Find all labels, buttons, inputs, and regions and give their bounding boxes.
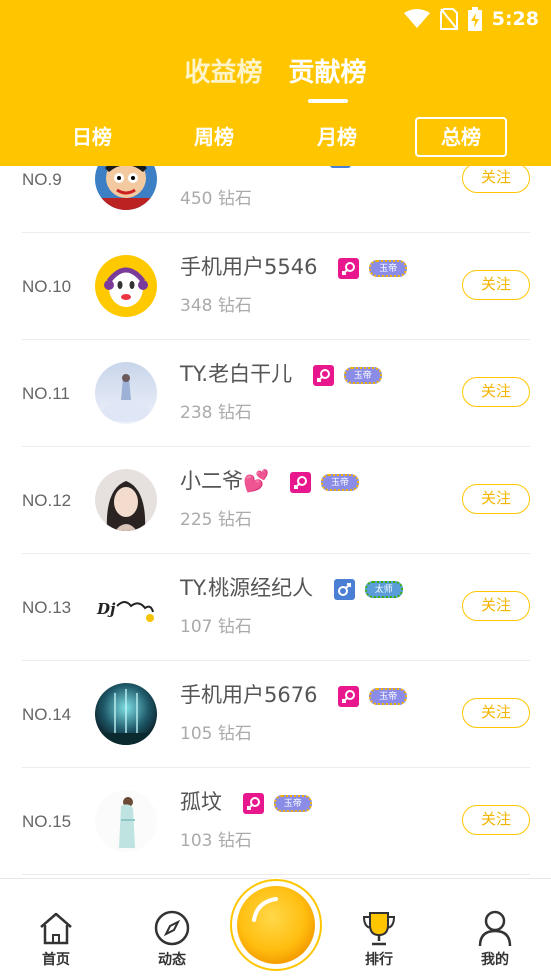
ranking-list[interactable]: NO.9 450 钻石 关注 NO.10 手机用户5546 玉帝 348 钻石 … [0,126,551,878]
female-gender-icon [242,792,264,814]
follow-button[interactable]: 关注 [462,484,530,514]
avatar[interactable] [95,683,157,745]
header: 5:28 收益榜 贡献榜 日榜 周榜 月榜 总榜 [0,0,551,166]
user-name[interactable]: 手机用户5546 玉帝 [180,251,408,281]
ranking-row[interactable]: NO.10 手机用户5546 玉帝 348 钻石 关注 [22,233,530,340]
female-gender-icon [338,685,360,707]
user-name[interactable]: TY.桃源经纪人 太师 [180,572,403,602]
user-name[interactable]: 小二爷💕 玉帝 [180,465,359,495]
tab-daily[interactable]: 日榜 [52,117,132,157]
tab-monthly[interactable]: 月榜 [297,117,377,157]
user-name[interactable]: 手机用户5676 玉帝 [180,679,408,709]
nav-ranking[interactable]: 排行 [339,909,419,969]
avatar[interactable]: Dj [95,576,157,638]
tab-contribution-ranking[interactable]: 贡献榜 [289,52,367,103]
tab-income-ranking[interactable]: 收益榜 [184,52,262,103]
live-camera-icon [230,879,322,971]
ranking-row[interactable]: NO.11 TY.老白干儿 玉帝 238 钻石 关注 [22,340,530,447]
home-icon [40,912,72,945]
rank-number: NO.14 [22,705,72,724]
rank-number: NO.10 [22,277,72,296]
user-name[interactable]: 孤坟 玉帝 [180,786,312,816]
level-badge: 玉帝 [273,794,312,812]
rank-number: NO.11 [22,384,70,403]
female-gender-icon [289,471,311,493]
diamond-count: 103 钻石 [180,831,252,851]
nav-home[interactable]: 首页 [16,909,96,969]
diamond-count: 105 钻石 [180,724,252,744]
level-badge: 玉帝 [320,473,359,491]
ranking-row[interactable]: NO.15 孤坟 玉帝 103 钻石 关注 [22,768,530,875]
follow-button[interactable]: 关注 [462,591,530,621]
follow-button[interactable]: 关注 [462,377,530,407]
male-gender-icon [333,578,355,600]
diamond-count: 225 钻石 [180,510,252,530]
nav-feed-label: 动态 [158,952,186,968]
avatar[interactable] [95,790,157,852]
diamond-count: 450 钻石 [180,189,252,209]
svg-text:Dj: Dj [96,600,116,618]
trophy-icon [362,912,396,946]
ranking-row[interactable]: NO.12 小二爷💕 玉帝 225 钻石 关注 [22,447,530,554]
follow-button[interactable]: 关注 [462,270,530,300]
status-bar: 5:28 [0,0,551,40]
follow-button[interactable]: 关注 [462,805,530,835]
rank-number: NO.13 [22,598,72,617]
nav-ranking-label: 排行 [365,952,393,968]
diamond-count: 107 钻石 [180,617,252,637]
level-badge: 玉帝 [369,687,408,705]
ranking-type-tabs: 收益榜 贡献榜 [0,52,551,103]
level-badge: 玉帝 [343,366,382,384]
rank-number: NO.12 [22,491,72,510]
period-tabs: 日榜 周榜 月榜 总榜 [0,117,551,157]
follow-button[interactable]: 关注 [462,163,530,193]
battery-charging-icon [467,7,482,31]
tab-overall[interactable]: 总榜 [415,117,507,157]
female-gender-icon [312,364,334,386]
level-badge: 玉帝 [369,259,408,277]
wifi-icon [403,9,430,28]
avatar[interactable] [95,255,157,317]
user-name[interactable]: TY.老白干儿 玉帝 [180,358,382,388]
user-icon [478,910,512,947]
diamond-count: 238 钻石 [180,403,252,423]
ranking-row[interactable]: NO.14 手机用户5676 玉帝 105 钻石 关注 [22,661,530,768]
level-badge: 太师 [364,580,403,598]
nav-profile[interactable]: 我的 [455,909,535,969]
nav-feed[interactable]: 动态 [132,909,212,969]
start-live-button[interactable] [229,878,323,972]
avatar[interactable] [95,469,157,531]
diamond-count: 348 钻石 [180,296,252,316]
female-gender-icon [338,257,360,279]
rank-number: NO.15 [22,812,72,831]
nav-home-label: 首页 [42,952,70,968]
follow-button[interactable]: 关注 [462,698,530,728]
avatar[interactable] [95,362,157,424]
nav-profile-label: 我的 [481,952,509,968]
status-time: 5:28 [491,8,539,30]
no-sim-icon [439,8,458,30]
compass-icon [154,910,190,946]
ranking-row[interactable]: NO.13 Dj TY.桃源经纪人 太师 107 钻石 关注 [22,554,530,661]
tab-weekly[interactable]: 周榜 [174,117,254,157]
